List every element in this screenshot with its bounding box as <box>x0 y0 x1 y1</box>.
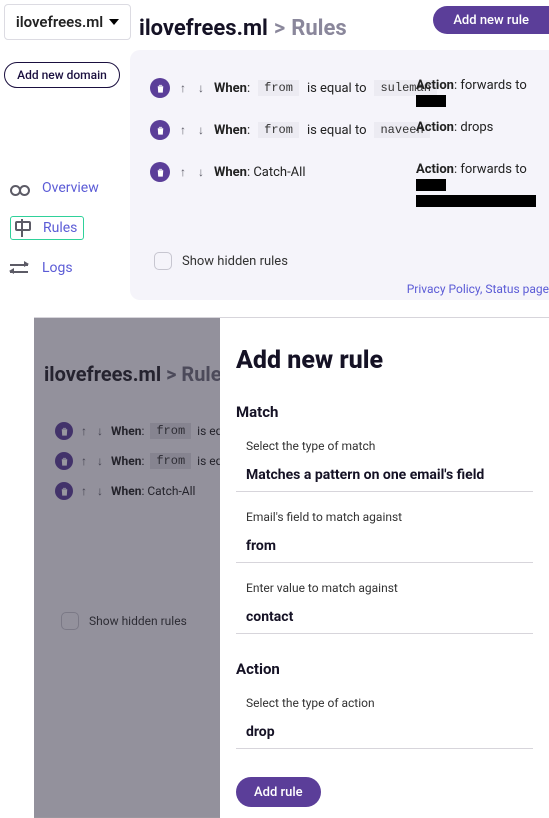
rule-action: Action: forwards to <box>416 162 549 207</box>
signpost-icon <box>13 219 31 237</box>
sidebar-item-rules[interactable]: Rules <box>10 214 104 242</box>
rule-action: Action: drops <box>416 120 493 135</box>
sidebar-item-label: Rules <box>43 220 77 236</box>
status-link[interactable]: Status page <box>485 282 549 296</box>
rule-op: is equal to <box>307 81 367 96</box>
sidebar: Overview Rules Logs <box>10 174 104 294</box>
show-hidden-rules[interactable]: Show hidden rules <box>154 252 288 270</box>
breadcrumb-domain: ilovefrees.ml <box>139 16 268 41</box>
trash-icon <box>155 125 166 136</box>
delete-rule-button[interactable] <box>150 120 170 140</box>
rule-action: Action: forwards to <box>416 78 549 108</box>
modal-title: Add new rule <box>236 346 533 375</box>
privacy-link[interactable]: Privacy Policy <box>407 282 480 296</box>
swap-icon <box>10 259 28 277</box>
chevron-down-icon <box>109 19 119 25</box>
rules-panel: ↑ ↓ When: from is equal to suleman Actio… <box>130 50 549 300</box>
action-heading: Action <box>236 660 533 678</box>
move-up-button[interactable]: ↑ <box>178 81 188 95</box>
binoculars-icon <box>10 179 28 197</box>
domain-select-value: ilovefrees.ml <box>16 13 103 31</box>
match-field-label: Email's field to match against <box>246 510 533 524</box>
add-rule-submit-button[interactable]: Add rule <box>236 777 321 807</box>
breadcrumb-sep: > <box>274 16 285 41</box>
move-up-button[interactable]: ↑ <box>178 123 188 137</box>
move-up-button[interactable]: ↑ <box>178 165 188 179</box>
move-down-button[interactable]: ↓ <box>196 165 206 179</box>
match-value-label: Enter value to match against <box>246 581 533 595</box>
rule-op: is equal to <box>307 123 367 138</box>
action-type-label: Select the type of action <box>246 696 533 710</box>
domain-select[interactable]: ilovefrees.ml <box>4 4 131 40</box>
sidebar-item-overview[interactable]: Overview <box>10 174 104 202</box>
move-down-button[interactable]: ↓ <box>196 81 206 95</box>
show-hidden-checkbox[interactable] <box>154 252 172 270</box>
add-rule-modal: Add new rule Match Select the type of ma… <box>220 318 549 817</box>
match-type-label: Select the type of match <box>246 439 533 453</box>
rule-when: When: <box>214 81 250 96</box>
redacted-address <box>416 95 446 107</box>
add-new-rule-label: Add new rule <box>453 13 529 28</box>
redacted-address <box>416 179 446 191</box>
delete-rule-button[interactable] <box>150 162 170 182</box>
rule-when: When: Catch-All <box>214 165 306 180</box>
add-domain-label: Add new domain <box>17 68 107 82</box>
delete-rule-button[interactable] <box>150 78 170 98</box>
add-rule-submit-label: Add rule <box>254 785 303 800</box>
add-new-rule-button[interactable]: Add new rule <box>433 6 549 34</box>
trash-icon <box>155 83 166 94</box>
match-value-input[interactable]: contact <box>236 603 533 634</box>
rule-when: When: <box>214 123 250 138</box>
trash-icon <box>155 167 166 178</box>
action-type-select[interactable]: drop <box>236 718 533 749</box>
match-type-select[interactable]: Matches a pattern on one email's field <box>236 461 533 492</box>
rule-field: from <box>258 80 299 96</box>
sidebar-item-label: Overview <box>42 180 99 196</box>
sidebar-item-logs[interactable]: Logs <box>10 254 104 282</box>
move-down-button[interactable]: ↓ <box>196 123 206 137</box>
rule-field: from <box>258 122 299 138</box>
modal-backdrop[interactable] <box>34 318 220 818</box>
match-heading: Match <box>236 403 533 421</box>
footer-links: Privacy Policy, Status page <box>407 282 549 296</box>
sidebar-item-label: Logs <box>42 260 73 276</box>
breadcrumb: ilovefrees.ml > Rules <box>139 16 347 41</box>
show-hidden-label: Show hidden rules <box>182 254 288 269</box>
breadcrumb-page: Rules <box>291 16 346 41</box>
add-domain-button[interactable]: Add new domain <box>4 62 120 88</box>
match-field-select[interactable]: from <box>236 532 533 563</box>
redacted-address <box>416 195 536 207</box>
